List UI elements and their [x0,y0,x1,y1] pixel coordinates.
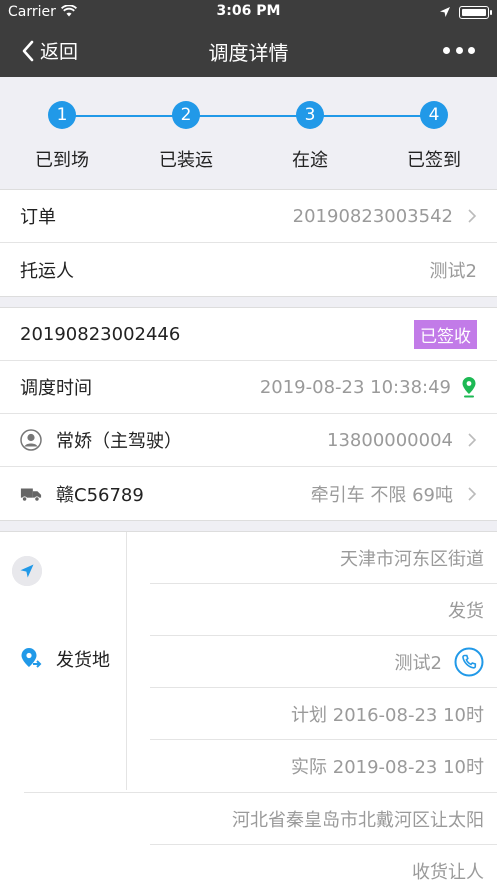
nav-bar: 返回 调度详情 [0,24,497,77]
origin-type: 发货 [448,600,484,622]
destination-type-row: 收货让人 [150,845,497,883]
driver-name: 常娇（主驾驶） [56,431,182,452]
more-button[interactable] [443,38,475,62]
more-dot-icon [455,46,463,54]
step-arrived: 1 已到场 [7,101,117,172]
step-signed: 4 已签到 [379,101,489,172]
status-bar: Carrier 3:06 PM [0,0,497,24]
user-icon [20,429,42,451]
dispatch-time-label: 调度时间 [20,378,92,399]
step-in-transit: 3 在途 [255,101,365,172]
screen: Carrier 3:06 PM 返回 调度详情 1 已到场 2 已装运 3 在途… [0,0,497,883]
step-label: 已到场 [35,150,89,171]
status-badge: 已签收 [414,319,477,349]
origin-type-row: 发货 [150,584,497,636]
vehicle-info: 牵引车 不限 69吨 [310,484,453,506]
origin-pin-icon [21,648,42,668]
dispatch-number-row: 20190823002446 已签收 [0,308,497,361]
location-arrow-icon [440,7,450,17]
step-label: 已装运 [159,150,213,171]
order-number: 20190823003542 [292,205,453,227]
origin-contact: 测试2 [394,652,442,674]
vehicle-plate: 赣C56789 [56,484,144,506]
origin-contact-row: 测试2 [150,636,497,688]
dispatch-card: 20190823002446 已签收 调度时间 2019-08-23 10:38… [0,308,497,520]
map-pin-icon[interactable] [461,376,477,398]
order-row[interactable]: 订单 20190823003542 [0,190,497,243]
more-dot-icon [443,46,450,54]
step-number: 3 [296,101,324,129]
consignor-label: 托运人 [20,260,74,282]
battery-icon [459,6,492,19]
order-card: 订单 20190823003542 托运人 测试2 [0,190,497,296]
phone-icon[interactable] [454,647,484,677]
destination-address-row: 河北省秦皇岛市北戴河区让太阳 [12,556,497,845]
destination-type: 收货让人 [412,862,484,883]
origin-label: 发货地 [20,646,110,672]
chevron-right-icon [468,209,477,223]
step-label: 在途 [292,150,328,171]
page-title: 调度详情 [208,41,289,65]
section-gap [0,520,497,532]
route-section: 发货地 天津市河东区街道 发货 测试2 计划 2016-08-23 10时 实际… [0,532,497,883]
origin-actual-row: 实际 2019-08-23 10时 [150,740,497,792]
navigation-icon[interactable] [12,556,42,586]
more-dot-icon [468,46,475,54]
origin-planned-time: 计划 2016-08-23 10时 [291,704,484,726]
step-number: 2 [172,101,200,129]
clock: 3:06 PM [216,3,281,19]
origin-actual-time: 实际 2019-08-23 10时 [291,757,484,778]
consignor-row: 托运人 测试2 [0,243,497,296]
header: Carrier 3:06 PM 返回 调度详情 [0,0,497,77]
consignor-value: 测试2 [429,260,477,282]
vehicle-row[interactable]: 赣C56789 牵引车 不限 69吨 [0,467,497,520]
step-loaded: 2 已装运 [131,101,241,172]
order-label: 订单 [20,207,56,228]
driver-row[interactable]: 常娇（主驾驶） 13800000004 [0,414,497,467]
destination-address: 河北省秦皇岛市北戴河区让太阳 [232,809,484,831]
origin-address-row: 天津市河东区街道 [12,532,497,586]
origin-planned-row: 计划 2016-08-23 10时 [150,688,497,740]
progress-stepper: 1 已到场 2 已装运 3 在途 4 已签到 [0,77,497,190]
step-number: 1 [48,101,76,129]
driver-phone: 13800000004 [327,429,453,451]
truck-icon [20,488,42,502]
origin-address: 天津市河东区街道 [340,548,484,570]
dispatch-number: 20190823002446 [20,323,181,345]
dispatch-time-row: 调度时间 2019-08-23 10:38:49 [0,361,497,414]
chevron-right-icon [468,433,477,447]
section-gap [0,296,497,308]
origin-title: 发货地 [56,650,110,671]
step-number: 4 [420,101,448,129]
step-label: 已签到 [407,150,461,171]
chevron-right-icon [468,486,477,501]
dispatch-time-value: 2019-08-23 10:38:49 [259,376,451,398]
